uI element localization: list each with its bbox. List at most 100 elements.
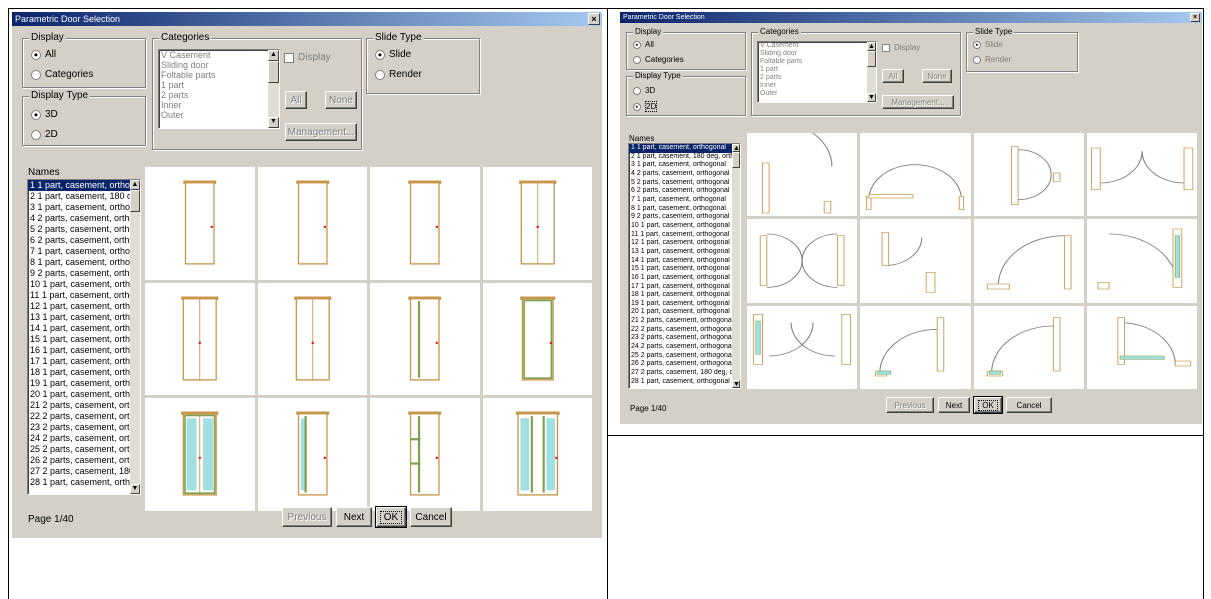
list-item[interactable]: Outer (758, 90, 876, 98)
door-thumbnail[interactable] (973, 219, 1084, 303)
door-thumbnail[interactable] (370, 398, 480, 511)
door-thumbnail[interactable] (747, 305, 858, 389)
list-item[interactable]: 16 1 part, casement, orthogonal (629, 274, 740, 283)
list-item[interactable]: Sliding door (758, 50, 876, 58)
list-item[interactable]: 19 1 part, casement, orthogonal (28, 378, 140, 389)
list-item[interactable]: 17 1 part, casement, orthogonal (629, 283, 740, 292)
display-categories-radio[interactable]: Categories (31, 69, 93, 80)
list-item[interactable]: 6 2 parts, casement, orthogonal (28, 235, 140, 246)
door-thumbnail[interactable] (860, 133, 971, 217)
list-item[interactable]: 1 1 part, casement, orthogonal (28, 180, 140, 191)
list-item[interactable]: 10 1 part, casement, orthogonal (629, 222, 740, 231)
categories-none-button[interactable]: None (922, 69, 952, 83)
list-item[interactable]: 4 2 parts, casement, orthogonal (28, 213, 140, 224)
door-thumbnail[interactable] (145, 167, 255, 280)
scroll-thumb[interactable] (867, 51, 876, 67)
names-scrollbar[interactable]: ▲ ▼ (130, 180, 140, 494)
list-item[interactable]: V Casement (159, 50, 279, 60)
list-item[interactable]: 2 1 part, casement, 180 deg, orthogonal (28, 191, 140, 202)
list-item[interactable]: 23 2 parts, casement, orthogonal (28, 422, 140, 433)
list-item[interactable]: 18 1 part, casement, orthogonal (28, 367, 140, 378)
list-item[interactable]: 14 1 part, casement, orthogonal (28, 323, 140, 334)
door-thumbnail[interactable] (747, 133, 858, 217)
door-thumbnail[interactable] (747, 219, 858, 303)
list-item[interactable]: 9 2 parts, casement, orthogonal (629, 213, 740, 222)
door-thumbnail[interactable] (860, 219, 971, 303)
categories-display-checkbox[interactable]: Display (882, 43, 920, 52)
names-list[interactable]: 1 1 part, casement, orthogonal 2 1 part, … (27, 179, 141, 495)
scroll-down-icon[interactable]: ▼ (867, 93, 876, 102)
display-type-2d-radio[interactable]: 2D (31, 129, 58, 140)
list-item[interactable]: 22 2 parts, casement, orthogonal (28, 411, 140, 422)
door-thumbnail[interactable] (145, 282, 255, 396)
list-item[interactable]: 2 1 part, casement, 180 deg, orthogonal (629, 153, 740, 162)
list-item[interactable]: 28 1 part, casement, orthogonal (28, 477, 140, 488)
list-item[interactable]: 25 2 parts, casement, orthogonal (28, 444, 140, 455)
door-thumbnail[interactable] (1086, 305, 1197, 389)
list-item[interactable]: 17 1 part, casement, orthogonal (28, 356, 140, 367)
slide-type-slide-radio[interactable]: Slide (375, 49, 411, 60)
door-thumbnail[interactable] (860, 305, 971, 389)
scroll-down-icon[interactable]: ▼ (268, 117, 279, 128)
list-item[interactable]: 2 parts (758, 74, 876, 82)
door-thumbnail[interactable] (973, 133, 1084, 217)
list-item[interactable]: 21 2 parts, casement, orthogonal (629, 317, 740, 326)
next-button[interactable]: Next (336, 507, 372, 527)
list-item[interactable]: 7 1 part, casement, orthogonal (28, 246, 140, 257)
categories-list[interactable]: V Casement Sliding door Foltable parts 1 pa… (158, 49, 280, 129)
display-all-radio[interactable]: All (31, 49, 56, 60)
scroll-down-icon[interactable]: ▼ (732, 380, 740, 388)
list-item[interactable]: V Casement (758, 42, 876, 50)
close-button[interactable]: × (588, 13, 600, 25)
display-all-radio[interactable]: All (633, 40, 654, 49)
management-button[interactable]: Management... (285, 123, 357, 141)
list-item[interactable]: 19 1 part, casement, orthogonal (629, 300, 740, 309)
previous-button[interactable]: Previous (886, 397, 934, 413)
list-item[interactable]: 23 2 parts, casement, orthogonal (629, 334, 740, 343)
list-item[interactable]: 14 1 part, casement, orthogonal (629, 257, 740, 266)
list-item[interactable]: 20 1 part, casement, orthogonal (28, 389, 140, 400)
list-item[interactable]: 20 1 part, casement, orthogonal (629, 308, 740, 317)
display-categories-radio[interactable]: Categories (633, 55, 684, 64)
display-type-2d-radio[interactable]: 2D (633, 101, 658, 112)
list-item[interactable]: 5 2 parts, casement, orthogonal (28, 224, 140, 235)
list-item[interactable]: Sliding door (159, 60, 279, 70)
door-thumbnail[interactable] (482, 167, 592, 280)
list-item[interactable]: Inner (159, 100, 279, 110)
list-item[interactable]: 26 2 parts, casement, orthogonal (629, 360, 740, 369)
scroll-up-icon[interactable]: ▲ (732, 144, 740, 152)
display-type-3d-radio[interactable]: 3D (633, 86, 655, 95)
categories-all-button[interactable]: All (882, 69, 904, 83)
categories-none-button[interactable]: None (325, 91, 357, 109)
list-item[interactable]: 2 parts (159, 90, 279, 100)
list-item[interactable]: 27 2 parts, casement, 180 deg, orthogona… (28, 466, 140, 477)
list-item[interactable]: 26 2 parts, casement, orthogonal (28, 455, 140, 466)
list-item[interactable]: 27 2 parts, casement, 180 deg, orthogona… (629, 369, 740, 378)
list-item[interactable]: 8 1 part, casement, orthogonal (28, 257, 140, 268)
door-thumbnail[interactable] (1086, 133, 1197, 217)
list-item[interactable]: 24 2 parts, casement, orthogonal (629, 343, 740, 352)
scroll-up-icon[interactable]: ▲ (130, 180, 140, 190)
list-item[interactable]: 15 1 part, casement, orthogonal (629, 265, 740, 274)
list-item[interactable]: 13 1 part, casement, orthogonal (629, 248, 740, 257)
door-thumbnail[interactable] (482, 398, 592, 511)
list-item[interactable]: Foltable parts (758, 58, 876, 66)
list-item[interactable]: 15 1 part, casement, orthogonal (28, 334, 140, 345)
list-item[interactable]: 12 1 part, casement, orthogonal (629, 239, 740, 248)
door-thumbnail[interactable] (257, 398, 367, 511)
scroll-up-icon[interactable]: ▲ (268, 50, 279, 61)
slide-type-render-radio[interactable]: Render (375, 69, 422, 80)
close-button[interactable]: × (1190, 13, 1200, 22)
names-scrollbar[interactable]: ▲ ▼ (732, 144, 740, 388)
list-item[interactable]: 13 1 part, casement, orthogonal (28, 312, 140, 323)
list-item[interactable]: Outer (159, 110, 279, 120)
door-thumbnail[interactable] (370, 282, 480, 396)
slide-type-slide-radio[interactable]: Slide (973, 40, 1003, 49)
list-item[interactable]: 7 1 part, casement, orthogonal (629, 196, 740, 205)
list-item[interactable]: 28 1 part, casement, orthogonal (629, 378, 740, 387)
list-item[interactable]: 11 1 part, casement, orthogonal (28, 290, 140, 301)
list-item[interactable]: 10 1 part, casement, orthogonal (28, 279, 140, 290)
list-item[interactable]: 24 2 parts, casement, orthogonal (28, 433, 140, 444)
scroll-down-icon[interactable]: ▼ (130, 484, 140, 494)
ok-button[interactable]: OK (375, 506, 407, 528)
